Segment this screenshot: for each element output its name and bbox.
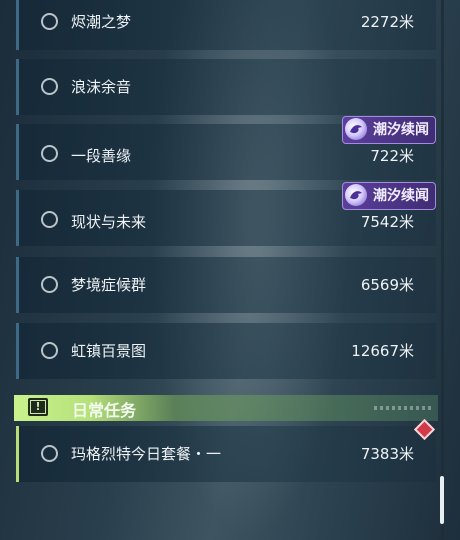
circle-bullet-icon (41, 342, 58, 359)
quest-item[interactable]: 现状与未来 7542米 潮汐续闻 (16, 182, 436, 246)
quest-name: 烬潮之梦 (71, 13, 132, 31)
tidal-badge: 潮汐续闻 (342, 182, 436, 210)
badge-label: 潮汐续闻 (373, 188, 429, 204)
scrollbar-track[interactable] (441, 0, 444, 540)
quest-distance: 2272米 (360, 13, 414, 31)
quest-name: 梦境症候群 (71, 276, 147, 294)
quest-item[interactable]: 梦境症候群 6569米 (16, 257, 436, 313)
circle-bullet-icon (41, 211, 58, 228)
quest-item[interactable]: 烬潮之梦 2272米 (16, 0, 436, 50)
tidal-badge-icon (345, 184, 367, 206)
quest-item[interactable]: 一段善缘 722米 潮汐续闻 (16, 116, 436, 180)
quest-name: 现状与未来 (71, 213, 147, 231)
daily-quest-header[interactable]: ! 日常任务 (14, 395, 438, 421)
quest-distance: 6569米 (360, 276, 414, 294)
quest-name: 玛格烈特今日套餐・一 (71, 445, 222, 463)
quest-name: 一段善缘 (71, 147, 132, 165)
scrollbar-thumb[interactable] (440, 476, 444, 524)
circle-bullet-icon (41, 78, 58, 95)
quest-distance: 722米 (370, 147, 414, 165)
circle-bullet-icon (41, 445, 58, 462)
tidal-badge-icon (345, 118, 367, 140)
circle-bullet-icon (41, 145, 58, 162)
daily-quest-item[interactable]: 玛格烈特今日套餐・一 7383米 (16, 418, 436, 482)
tidal-badge: 潮汐续闻 (342, 116, 436, 144)
badge-label: 潮汐续闻 (373, 122, 429, 138)
quest-distance: 12667米 (351, 342, 414, 360)
quest-distance: 7383米 (360, 445, 414, 463)
quest-distance: 7542米 (360, 213, 414, 231)
header-decoration (374, 406, 432, 410)
quest-item[interactable]: 浪沫余音 (16, 59, 436, 115)
circle-bullet-icon (41, 13, 58, 30)
section-title: 日常任务 (72, 401, 137, 420)
quest-name: 浪沫余音 (71, 78, 132, 96)
quest-list: 烬潮之梦 2272米 浪沫余音 一段善缘 722米 潮汐续闻 现状与未来 754… (0, 0, 440, 540)
circle-bullet-icon (41, 276, 58, 293)
quest-item[interactable]: 虹镇百景图 12667米 (16, 323, 436, 379)
quest-name: 虹镇百景图 (71, 342, 147, 360)
alert-icon: ! (28, 398, 48, 416)
tracked-diamond-icon (413, 418, 436, 441)
